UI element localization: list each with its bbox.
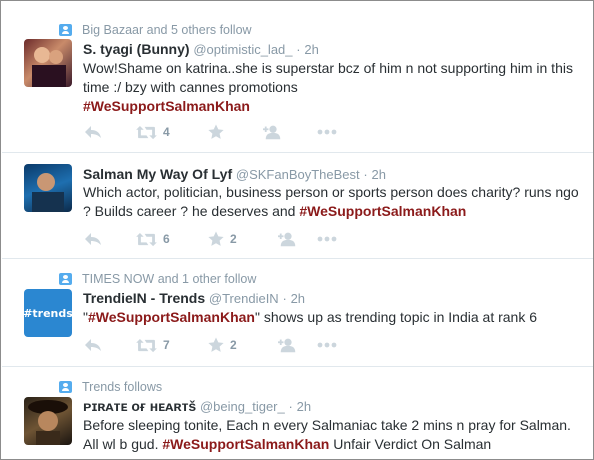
star-icon xyxy=(208,337,224,353)
more-button[interactable] xyxy=(317,335,337,355)
tweet[interactable]: Trends follows ᴘɪʀᴀᴛᴇ ᴏғ ʜᴇᴀʀᴛš @being_t… xyxy=(2,367,593,459)
avatar[interactable] xyxy=(24,39,72,87)
person-icon xyxy=(59,381,72,393)
person-icon xyxy=(59,273,72,285)
hashtag-link[interactable]: #WeSupportSalmanKhan xyxy=(88,309,255,325)
avatar-image xyxy=(32,47,66,87)
hashtag-link[interactable]: #WeSupportSalmanKhan xyxy=(83,98,250,114)
reply-icon xyxy=(83,231,103,247)
timeline: Big Bazaar and 5 others follow S. tyagi … xyxy=(0,0,594,460)
reply-icon xyxy=(83,124,103,140)
username[interactable]: @TrendieIN xyxy=(209,291,279,306)
favorite-button[interactable]: 2 xyxy=(208,335,237,355)
retweet-count: 6 xyxy=(163,232,170,246)
reply-button[interactable] xyxy=(83,122,103,142)
avatar[interactable] xyxy=(24,397,72,445)
avatar[interactable]: #trends xyxy=(24,289,72,337)
follow-button[interactable] xyxy=(278,335,298,355)
follow-icon xyxy=(263,124,283,140)
star-icon xyxy=(208,124,224,140)
tweet-header: Salman My Way Of Lyf @SKFanBoyTheBest · … xyxy=(83,166,386,182)
retweet-count: 7 xyxy=(163,338,170,352)
avatar-image xyxy=(32,173,64,212)
reply-button[interactable] xyxy=(83,229,103,249)
follow-context: Big Bazaar and 5 others follow xyxy=(59,22,252,38)
retweet-count: 4 xyxy=(163,125,170,139)
more-icon xyxy=(317,129,337,135)
more-button[interactable] xyxy=(317,122,337,142)
follow-context-text: Big Bazaar and 5 others follow xyxy=(82,23,252,37)
username[interactable]: @optimistic_lad_ xyxy=(193,42,292,57)
follow-context: Trends follows xyxy=(59,379,162,395)
retweet-button[interactable]: 6 xyxy=(136,229,170,249)
retweet-button[interactable]: 4 xyxy=(136,122,170,142)
hashtag-link[interactable]: #WeSupportSalmanKhan xyxy=(299,203,466,219)
timestamp[interactable]: 2h xyxy=(304,42,318,57)
timestamp[interactable]: 2h xyxy=(372,167,386,182)
tweet-header: ᴘɪʀᴀᴛᴇ ᴏғ ʜᴇᴀʀᴛš @being_tiger_ · 2h xyxy=(83,398,311,414)
follow-button[interactable] xyxy=(263,122,283,142)
avatar-text: #trends xyxy=(24,306,72,320)
follow-icon xyxy=(278,231,298,247)
hashtag-link[interactable]: #WeSupportSalmanKhan xyxy=(162,436,329,452)
tweet-header: S. tyagi (Bunny) @optimistic_lad_ · 2h xyxy=(83,41,319,57)
more-icon xyxy=(317,236,337,242)
avatar-image xyxy=(28,400,68,445)
more-button[interactable] xyxy=(317,229,337,249)
retweet-button[interactable]: 7 xyxy=(136,335,170,355)
reply-icon xyxy=(83,337,103,353)
tweet[interactable]: Big Bazaar and 5 others follow S. tyagi … xyxy=(2,1,593,153)
tweet-header: TrendieIN - Trends @TrendieIN · 2h xyxy=(83,290,305,306)
reply-button[interactable] xyxy=(83,335,103,355)
username[interactable]: @being_tiger_ xyxy=(200,399,285,414)
more-icon xyxy=(317,342,337,348)
tweet-text: "#WeSupportSalmanKhan" shows up as trend… xyxy=(83,308,583,327)
tweet-text: Which actor, politician, business person… xyxy=(83,183,583,221)
tweet[interactable]: TIMES NOW and 1 other follow #trends Tre… xyxy=(2,259,593,367)
favorite-count: 2 xyxy=(230,338,237,352)
separator-dot: · xyxy=(282,291,287,306)
display-name[interactable]: TrendieIN - Trends xyxy=(83,290,205,306)
tweet[interactable]: Salman My Way Of Lyf @SKFanBoyTheBest · … xyxy=(2,153,593,259)
follow-icon xyxy=(278,337,298,353)
retweet-icon xyxy=(136,232,157,247)
username[interactable]: @SKFanBoyTheBest xyxy=(236,167,360,182)
favorite-button[interactable] xyxy=(208,122,230,142)
display-name[interactable]: Salman My Way Of Lyf xyxy=(83,166,232,182)
tweet-body-end: Unfair Verdict On Salman xyxy=(329,436,492,452)
display-name[interactable]: S. tyagi (Bunny) xyxy=(83,41,190,57)
tweet-text: Before sleeping tonite, Each n every Sal… xyxy=(83,416,583,454)
separator-dot: · xyxy=(296,42,301,57)
follow-button[interactable] xyxy=(278,229,298,249)
separator-dot: · xyxy=(363,167,368,182)
separator-dot: · xyxy=(288,399,293,414)
tweet-body: Wow!Shame on katrina..she is superstar b… xyxy=(83,60,573,95)
star-icon xyxy=(208,231,224,247)
tweet-text: Wow!Shame on katrina..she is superstar b… xyxy=(83,59,583,116)
person-icon xyxy=(59,24,72,36)
timestamp[interactable]: 2h xyxy=(297,399,311,414)
favorite-count: 2 xyxy=(230,232,237,246)
follow-context: TIMES NOW and 1 other follow xyxy=(59,271,256,287)
display-name[interactable]: ᴘɪʀᴀᴛᴇ ᴏғ ʜᴇᴀʀᴛš xyxy=(83,398,196,414)
timestamp[interactable]: 2h xyxy=(291,291,305,306)
retweet-icon xyxy=(136,125,157,140)
follow-context-text: TIMES NOW and 1 other follow xyxy=(82,272,257,286)
tweet-body: " shows up as trending topic in India at… xyxy=(254,309,538,325)
favorite-button[interactable]: 2 xyxy=(208,229,237,249)
retweet-icon xyxy=(136,338,157,353)
avatar[interactable] xyxy=(24,164,72,212)
follow-context-text: Trends follows xyxy=(82,380,163,394)
